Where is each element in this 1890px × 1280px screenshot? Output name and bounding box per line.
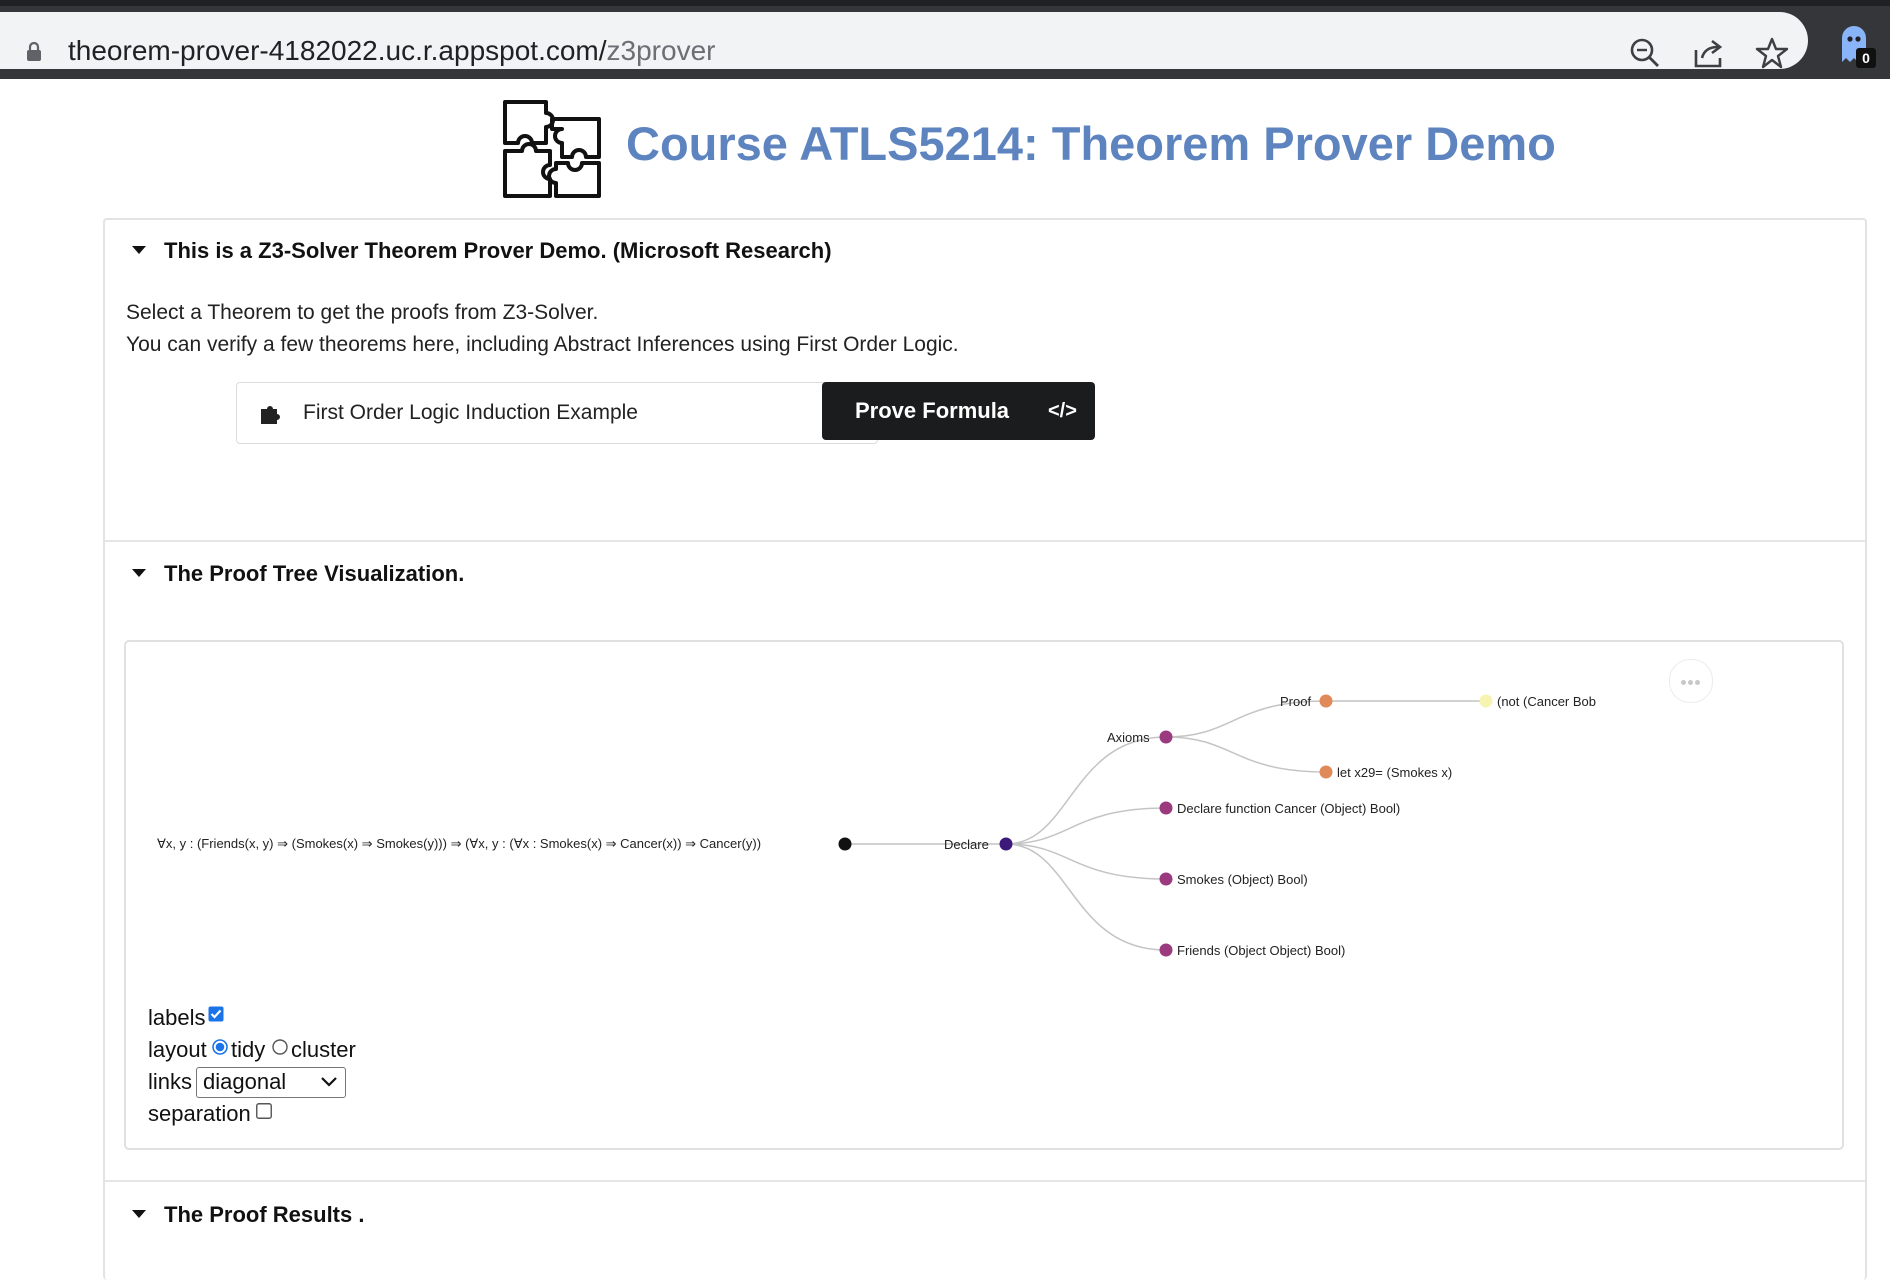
section-divider [105,1180,1865,1182]
extension-badge: 0 [1856,48,1876,68]
node-root-label: ∀x, y : (Friends(x, y) ⇒ (Smokes(x) ⇒ Sm… [157,836,761,851]
layout-tidy-radio[interactable] [212,1039,228,1055]
node-declare-cancer[interactable] [1159,801,1173,815]
node-smokes-label: Smokes (Object) Bool) [1177,872,1308,887]
labels-label: labels [148,1005,206,1030]
collapse-caret-icon[interactable] [132,246,146,254]
links-select[interactable]: diagonal [196,1067,346,1098]
separation-control: separation [148,1100,251,1128]
layout-cluster-label[interactable]: cluster [291,1036,356,1064]
layout-cluster-radio[interactable] [272,1039,288,1055]
zoom-icon[interactable] [1628,36,1662,70]
intro-section-heading[interactable]: This is a Z3-Solver Theorem Prover Demo.… [164,237,832,265]
links-label: links [148,1069,193,1094]
selected-theorem: First Order Logic Induction Example [303,401,638,424]
bookmark-star-icon[interactable] [1755,36,1789,70]
share-icon[interactable] [1692,36,1726,70]
node-friends-label: Friends (Object Object) Bool) [1177,943,1345,958]
node-let-x29[interactable] [1319,765,1333,779]
url-host: theorem-prover-4182022.uc.r.appspot.com/ [68,35,607,66]
labels-control: labels [148,1004,205,1032]
link-axioms-let [1165,736,1327,773]
layout-label: layout [148,1037,207,1062]
node-declare[interactable] [999,837,1013,851]
link-declare-axioms [1005,736,1167,845]
code-icon: </> [1048,400,1077,422]
intro-line-2: You can verify a few theorems here, incl… [126,333,959,356]
tab-strip [0,0,1890,6]
node-proof-label: Proof [1280,694,1311,709]
separation-checkbox[interactable] [256,1103,272,1119]
puzzle-piece-icon [261,406,280,424]
labels-checkbox[interactable] [208,1006,224,1022]
links-select-value: diagonal [203,1069,287,1094]
results-section-heading[interactable]: The Proof Results . [164,1201,364,1229]
node-declare-label: Declare [944,837,989,852]
node-not-cancer[interactable] [1479,694,1493,708]
links-control: links [148,1068,192,1096]
node-let-x29-label: let x29= (Smokes x) [1337,765,1452,780]
browser-toolbar: theorem-prover-4182022.uc.r.appspot.com/… [0,0,1890,79]
section-divider [105,540,1865,542]
layout-control: layout [148,1036,207,1064]
theorem-select[interactable]: First Order Logic Induction Example [236,382,878,444]
proof-tree-graph[interactable]: ∀x, y : (Friends(x, y) ⇒ (Smokes(x) ⇒ Sm… [124,640,1840,970]
node-smokes[interactable] [1159,872,1173,886]
layout-tidy-label[interactable]: tidy [231,1036,265,1064]
puzzle-logo-icon [503,100,601,198]
node-axioms[interactable] [1159,730,1173,744]
node-root[interactable] [838,837,852,851]
node-proof[interactable] [1319,694,1333,708]
address-bar[interactable]: theorem-prover-4182022.uc.r.appspot.com/… [0,12,1808,69]
collapse-caret-icon[interactable] [132,1210,146,1218]
tree-section-heading[interactable]: The Proof Tree Visualization. [164,560,464,588]
page-title: Course ATLS5214: Theorem Prover Demo [626,117,1556,170]
node-axioms-label: Axioms [1107,730,1150,745]
url-text[interactable]: theorem-prover-4182022.uc.r.appspot.com/… [68,34,715,68]
prove-formula-label: Prove Formula [855,398,1010,423]
url-path: z3prover [606,35,716,66]
lock-icon [27,42,41,61]
node-friends[interactable] [1159,943,1173,957]
prove-formula-button[interactable]: Prove Formula </> [822,382,1095,440]
collapse-caret-icon[interactable] [132,569,146,577]
chevron-down-icon [321,1077,337,1087]
node-not-cancer-label: (not (Cancer Bob [1497,694,1596,709]
intro-line-1: Select a Theorem to get the proofs from … [126,301,599,324]
separation-label: separation [148,1101,251,1126]
link-declare-friends [1005,843,1167,951]
node-declare-cancer-label: Declare function Cancer (Object) Bool) [1177,801,1400,816]
